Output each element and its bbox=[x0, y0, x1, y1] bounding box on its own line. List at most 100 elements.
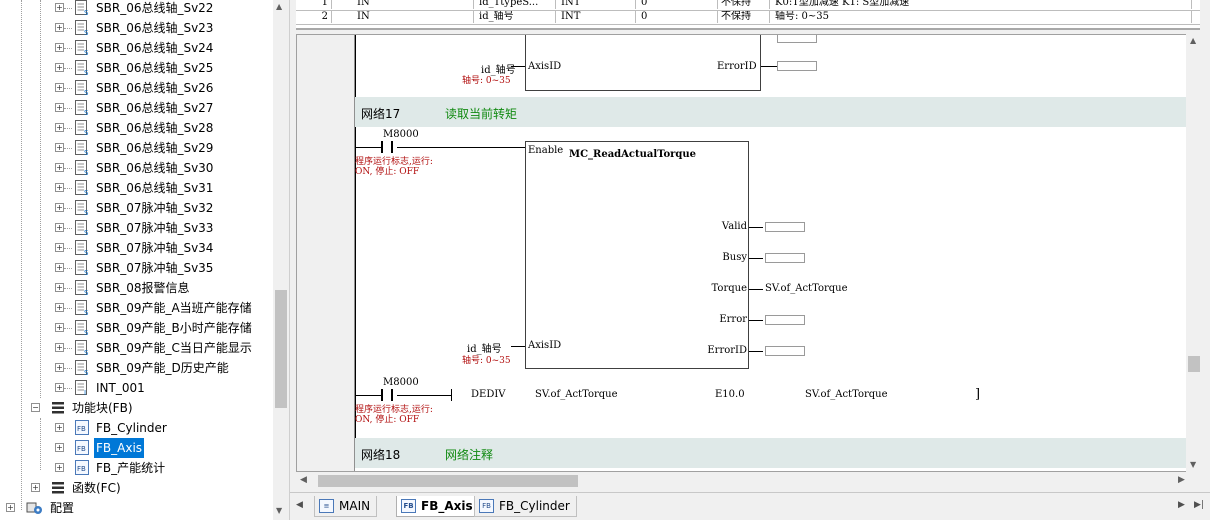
scroll-down-icon[interactable]: ▼ bbox=[1190, 460, 1196, 469]
output-value-box[interactable] bbox=[765, 222, 805, 232]
expand-icon[interactable]: + bbox=[55, 223, 64, 232]
expand-icon[interactable]: + bbox=[55, 103, 64, 112]
output-value-box[interactable] bbox=[765, 315, 805, 325]
expand-icon[interactable]: + bbox=[55, 443, 64, 452]
var-cell-init[interactable]: 0 bbox=[638, 10, 718, 23]
var-cell-cls[interactable]: IN bbox=[354, 10, 474, 23]
tree-item-subroutine[interactable]: + S SBR_07脉冲轴_Sv33 bbox=[0, 218, 272, 238]
var-cell-retain[interactable]: 不保持 bbox=[718, 10, 770, 23]
expand-icon[interactable]: + bbox=[55, 3, 64, 12]
collapse-icon[interactable]: − bbox=[31, 403, 40, 412]
output-value-box[interactable] bbox=[765, 346, 805, 356]
var-cell-name[interactable]: id_TtypeS... bbox=[476, 0, 556, 9]
tree-item-subroutine[interactable]: + S SBR_06总线轴_Sv24 bbox=[0, 38, 272, 58]
tab-main[interactable]: ≡ MAIN bbox=[314, 496, 378, 517]
var-table-row[interactable]: 2 IN id_轴号 INT 0 不保持 轴号: 0~35 bbox=[296, 10, 1200, 24]
tree-item-subroutine[interactable]: + S SBR_06总线轴_Sv26 bbox=[0, 78, 272, 98]
tree-item-subroutine[interactable]: + S SBR_09产能_B小时产能存储 bbox=[0, 318, 272, 338]
project-tree[interactable]: + S SBR_06总线轴_Sv22 + S SBR_06总线轴_Sv23 + S SBR_06… bbox=[0, 0, 290, 520]
tree-item-subroutine[interactable]: + S SBR_06总线轴_Sv29 bbox=[0, 138, 272, 158]
var-cell-init[interactable]: 0 bbox=[638, 0, 718, 9]
tree-item-label: SBR_07脉冲轴_Sv35 bbox=[96, 261, 214, 275]
tree-item-subroutine[interactable]: + S SBR_07脉冲轴_Sv35 bbox=[0, 258, 272, 278]
var-cell-type[interactable]: INT bbox=[558, 0, 636, 9]
expand-icon[interactable]: + bbox=[55, 203, 64, 212]
expand-icon[interactable]: + bbox=[55, 423, 64, 432]
tab-scroll-left-icon[interactable]: ◀ bbox=[296, 500, 303, 510]
var-cell-comment[interactable]: K0:T型加减速 K1: S型加减速 bbox=[772, 0, 1192, 9]
expand-icon[interactable]: + bbox=[55, 283, 64, 292]
expand-icon[interactable]: + bbox=[55, 23, 64, 32]
var-cell-name[interactable]: id_轴号 bbox=[476, 10, 556, 23]
expand-icon[interactable]: + bbox=[55, 363, 64, 372]
tree-item-subroutine[interactable]: + S SBR_09产能_C当日产能显示 bbox=[0, 338, 272, 358]
tree-item-subroutine[interactable]: + S SBR_06总线轴_Sv22 bbox=[0, 0, 272, 18]
contact-no-icon[interactable] bbox=[381, 389, 393, 401]
expand-icon[interactable]: + bbox=[6, 503, 15, 512]
contact-no-icon[interactable] bbox=[381, 141, 393, 153]
tree-item-subroutine[interactable]: + S SBR_06总线轴_Sv30 bbox=[0, 158, 272, 178]
tree-group-fb[interactable]: − 功能块(FB) bbox=[0, 398, 272, 418]
expand-icon[interactable]: + bbox=[55, 323, 64, 332]
tree-item-interrupt[interactable]: + I INT_001 bbox=[0, 378, 272, 398]
editor-vertical-scrollbar[interactable]: ▲ ▼ bbox=[1186, 34, 1202, 472]
tree-item-fb[interactable]: + FB FB_产能统计 bbox=[0, 458, 272, 478]
expand-icon[interactable]: + bbox=[55, 63, 64, 72]
tree-item-subroutine[interactable]: + S SBR_07脉冲轴_Sv32 bbox=[0, 198, 272, 218]
output-value-box[interactable] bbox=[765, 253, 805, 263]
expand-icon[interactable]: + bbox=[55, 143, 64, 152]
tree-item-subroutine[interactable]: + S SBR_06总线轴_Sv31 bbox=[0, 178, 272, 198]
expand-icon[interactable]: + bbox=[55, 243, 64, 252]
scroll-right-icon[interactable]: ▶ bbox=[1178, 475, 1185, 485]
var-cell-retain[interactable]: 不保持 bbox=[718, 0, 770, 9]
var-cell-type[interactable]: INT bbox=[558, 10, 636, 23]
expand-icon[interactable]: + bbox=[55, 263, 64, 272]
var-cell-cls[interactable]: IN bbox=[354, 0, 474, 9]
editor-horizontal-scrollbar[interactable]: ◀ ▶ bbox=[296, 472, 1194, 490]
expand-icon[interactable]: + bbox=[55, 43, 64, 52]
tree-item-subroutine[interactable]: + S SBR_06总线轴_Sv23 bbox=[0, 18, 272, 38]
output-value-box[interactable] bbox=[777, 35, 817, 43]
expand-icon[interactable]: + bbox=[55, 183, 64, 192]
expand-icon[interactable]: + bbox=[55, 343, 64, 352]
tree-scroll-thumb[interactable] bbox=[275, 290, 287, 408]
tree-item-fb[interactable]: + FB FB_Cylinder bbox=[0, 418, 272, 438]
network-comment[interactable]: 读取当前转矩 bbox=[445, 105, 517, 122]
tab-scroll-end-icon[interactable]: ▶| bbox=[1194, 500, 1204, 510]
ladder-editor[interactable]: ErrorAxisIDErrorIDid_轴号轴号: 0~35网络17读取当前转… bbox=[296, 34, 1194, 472]
scroll-up-icon[interactable]: ▲ bbox=[276, 2, 282, 11]
tab-fb_cylinder[interactable]: FB FB_Cylinder bbox=[474, 496, 577, 517]
tree-item-subroutine[interactable]: + S SBR_09产能_D历史产能 bbox=[0, 358, 272, 378]
tree-item-subroutine[interactable]: + S SBR_06总线轴_Sv27 bbox=[0, 98, 272, 118]
tree-item-subroutine[interactable]: + S SBR_06总线轴_Sv25 bbox=[0, 58, 272, 78]
tree-scrollbar[interactable]: ▲ ▼ bbox=[273, 0, 289, 520]
tab-scroll-right-icon[interactable]: ▶ bbox=[1178, 500, 1185, 510]
tree-item-fb[interactable]: + FB FB_Axis bbox=[0, 438, 272, 458]
output-value-box[interactable] bbox=[777, 61, 817, 71]
scroll-up-icon[interactable]: ▲ bbox=[1190, 36, 1196, 45]
expand-icon[interactable]: + bbox=[55, 123, 64, 132]
var-table-row[interactable]: 1 IN id_TtypeS... INT 0 不保持 K0:T型加减速 K1: S型加减速 bbox=[296, 0, 1200, 10]
var-cell-comment[interactable]: 轴号: 0~35 bbox=[772, 10, 1192, 23]
expand-icon[interactable]: + bbox=[55, 383, 64, 392]
svg-text:S: S bbox=[84, 309, 89, 316]
expand-icon[interactable]: + bbox=[55, 163, 64, 172]
expand-icon[interactable]: + bbox=[55, 303, 64, 312]
network-comment[interactable]: 网络注释 bbox=[445, 446, 493, 463]
tree-connector bbox=[64, 188, 72, 189]
expand-icon[interactable]: + bbox=[55, 463, 64, 472]
tree-group-config[interactable]: + 配置 bbox=[0, 498, 272, 518]
tree-item-subroutine[interactable]: + S SBR_06总线轴_Sv28 bbox=[0, 118, 272, 138]
tree-item-subroutine[interactable]: + S SBR_08报警信息 bbox=[0, 278, 272, 298]
editor-hscroll-thumb[interactable] bbox=[318, 475, 578, 487]
tab-fb_axis[interactable]: FB FB_Axis bbox=[396, 496, 480, 517]
expand-icon[interactable]: + bbox=[31, 483, 40, 492]
expand-icon[interactable]: + bbox=[55, 83, 64, 92]
variable-table[interactable]: 1 IN id_TtypeS... INT 0 不保持 K0:T型加减速 K1: S型加减速… bbox=[296, 0, 1200, 30]
scroll-down-icon[interactable]: ▼ bbox=[276, 506, 282, 515]
editor-scroll-thumb[interactable] bbox=[1188, 356, 1200, 372]
tree-item-subroutine[interactable]: + S SBR_09产能_A当班产能存储 bbox=[0, 298, 272, 318]
scroll-left-icon[interactable]: ◀ bbox=[300, 475, 307, 485]
tree-item-subroutine[interactable]: + S SBR_07脉冲轴_Sv34 bbox=[0, 238, 272, 258]
tree-group-fc[interactable]: + 函数(FC) bbox=[0, 478, 272, 498]
